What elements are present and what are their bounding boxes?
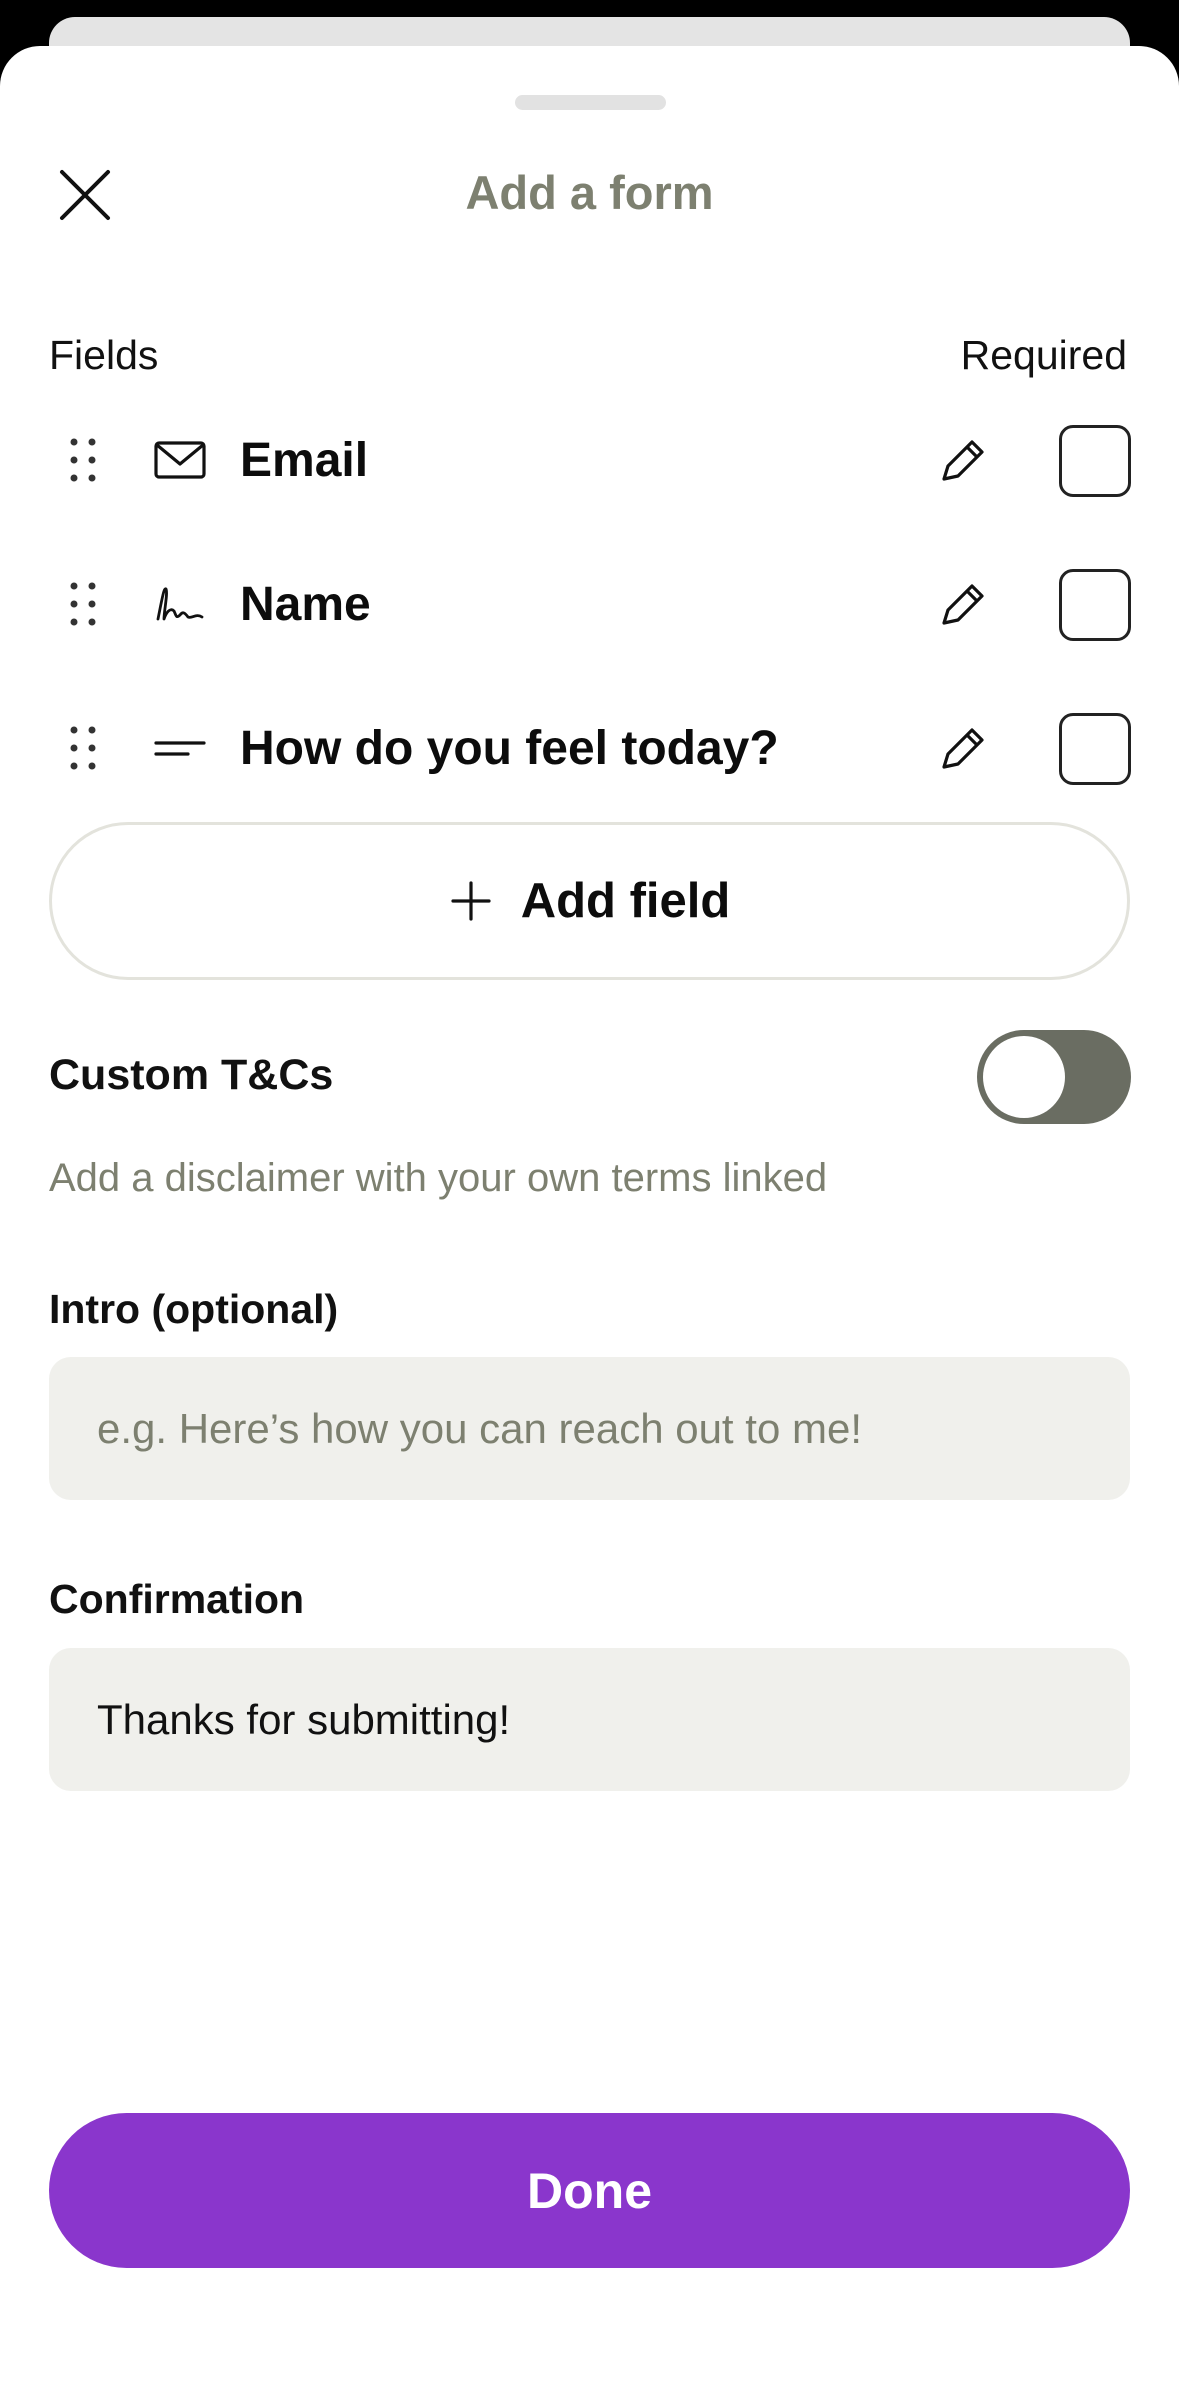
- add-field-label: Add field: [520, 874, 731, 928]
- toggle-knob: [983, 1036, 1065, 1118]
- drag-dots-icon: [70, 582, 96, 626]
- field-label: Email: [240, 434, 369, 487]
- done-button[interactable]: Done: [49, 2113, 1130, 2268]
- required-checkbox[interactable]: [1059, 425, 1131, 497]
- custom-tcs-label: Custom T&Cs: [49, 1051, 334, 1099]
- text-lines-icon: [152, 723, 208, 773]
- envelope-icon: [152, 435, 208, 485]
- field-row-name: Name: [0, 549, 1179, 659]
- fields-header: Fields: [49, 332, 159, 378]
- drag-dots-icon: [70, 438, 96, 482]
- drag-handle[interactable]: [64, 435, 104, 485]
- plus-icon: [451, 881, 491, 921]
- edit-field-button[interactable]: [930, 721, 992, 777]
- confirmation-input[interactable]: [49, 1648, 1130, 1791]
- pencil-icon: [942, 584, 984, 625]
- custom-tcs-toggle[interactable]: [977, 1030, 1131, 1124]
- pencil-icon: [942, 728, 984, 769]
- bottom-sheet: [0, 46, 1179, 2396]
- intro-label: Intro (optional): [49, 1286, 339, 1332]
- sheet-title: Add a form: [465, 166, 714, 219]
- confirmation-label: Confirmation: [49, 1576, 305, 1622]
- edit-field-button[interactable]: [930, 577, 992, 633]
- drag-dots-icon: [70, 726, 96, 770]
- signature-icon: [152, 579, 208, 629]
- field-row-question: How do you feel today?: [0, 693, 1179, 803]
- drag-handle[interactable]: [64, 579, 104, 629]
- required-checkbox[interactable]: [1059, 569, 1131, 641]
- field-row-email: Email: [0, 405, 1179, 515]
- drag-handle[interactable]: [64, 723, 104, 773]
- required-header: Required: [960, 332, 1127, 378]
- sheet-grabber[interactable]: [515, 95, 666, 110]
- required-checkbox[interactable]: [1059, 713, 1131, 785]
- add-field-button[interactable]: Add field: [49, 822, 1130, 980]
- custom-tcs-description: Add a disclaimer with your own terms lin…: [49, 1156, 828, 1200]
- pencil-icon: [942, 440, 984, 481]
- field-label: How do you feel today?: [240, 722, 779, 775]
- intro-input[interactable]: [49, 1357, 1130, 1500]
- edit-field-button[interactable]: [930, 433, 992, 489]
- field-label: Name: [240, 578, 371, 631]
